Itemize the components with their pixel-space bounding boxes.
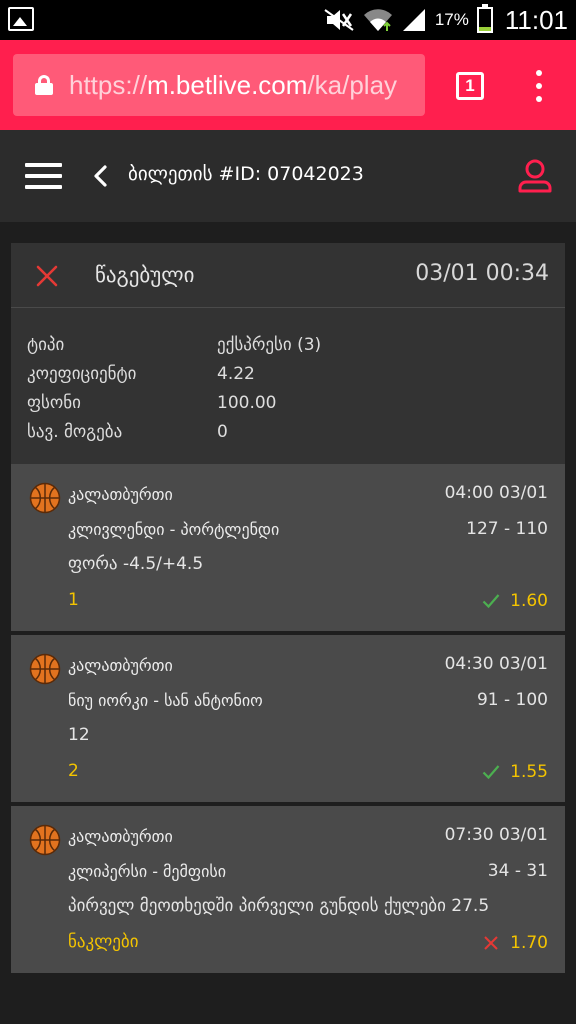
bet-market: პირველ მეოთხედში პირველი გუნდის ქულები 2…: [68, 896, 490, 916]
basketball-icon: [29, 824, 61, 856]
url-bar[interactable]: https://m.betlive.com/ka/play: [13, 54, 425, 116]
back-arrow-icon[interactable]: [92, 165, 108, 187]
bet-match: კლიპერსი - მემფისი: [68, 862, 227, 881]
ticket-status: წაგებული: [95, 263, 195, 287]
url-host: m.betlive.com: [147, 69, 308, 100]
battery-percent: 17%: [434, 10, 469, 29]
url-text: https://m.betlive.com/ka/play: [69, 70, 397, 101]
hamburger-menu-icon[interactable]: [25, 163, 62, 189]
info-label: ფსონი: [27, 392, 81, 413]
bet-pick: ნაკლები: [68, 932, 139, 952]
bet-market: ფორა -4.5/+4.5: [68, 554, 204, 574]
bet-time: 04:00 03/01: [444, 483, 548, 503]
mute-icon: [323, 8, 355, 32]
lock-icon: [35, 75, 53, 95]
bet-sport: კალათბურთი: [68, 656, 173, 675]
info-row-type: ტიპი ექსპრესი (3): [27, 330, 321, 359]
bet-score: 34 - 31: [487, 861, 548, 881]
bet-result: 1.60: [482, 591, 548, 611]
app-header: ბილეთის #ID: 07042023: [0, 130, 576, 222]
bet-sport: კალათბურთი: [68, 827, 173, 846]
page-title: ბილეთის #ID: 07042023: [128, 163, 364, 185]
ticket-header: წაგებული 03/01 00:34: [11, 243, 565, 308]
clock: 11:01: [504, 4, 568, 35]
bet-score: 91 - 100: [476, 690, 548, 710]
bet-score: 127 - 110: [466, 519, 548, 539]
bet-card: კალათბურთი 04:00 03/01 კლივლენდი - პორტლ…: [11, 464, 565, 631]
bet-time: 07:30 03/01: [444, 825, 548, 845]
bet-sport: კალათბურთი: [68, 485, 173, 504]
url-scheme: https://: [69, 69, 148, 100]
info-row-stake: ფსონი 100.00: [27, 388, 321, 417]
bet-odds: 1.55: [510, 762, 548, 782]
bet-match: კლივლენდი - პორტლენდი: [68, 520, 280, 539]
info-label: სავ. მოგება: [27, 421, 123, 442]
bet-time: 04:30 03/01: [444, 654, 548, 674]
cross-icon: [484, 936, 498, 950]
info-label: კოეფიციენტი: [27, 363, 137, 384]
bet-result: 1.70: [482, 933, 548, 953]
bet-result: 1.55: [482, 762, 548, 782]
info-value: ექსპრესი (3): [217, 334, 322, 355]
info-row-potential-win: სავ. მოგება 0: [27, 417, 321, 446]
info-row-coefficient: კოეფიციენტი 4.22: [27, 359, 321, 388]
ticket-datetime: 03/01 00:34: [415, 261, 549, 286]
bet-card: კალათბურთი 04:30 03/01 ნიუ იორკი - სან ა…: [11, 635, 565, 802]
info-value: 0: [217, 421, 228, 442]
user-profile-icon[interactable]: [517, 158, 553, 194]
bet-match: ნიუ იორკი - სან ანტონიო: [68, 691, 263, 710]
url-path: /ka/play: [307, 69, 398, 100]
signal-icon: [401, 7, 427, 33]
check-icon: [482, 594, 500, 609]
check-icon: [482, 765, 500, 780]
bet-odds: 1.70: [510, 933, 548, 953]
gallery-notification-icon: [8, 7, 34, 31]
battery-icon: [476, 4, 493, 33]
bet-pick: 1: [68, 590, 79, 610]
bet-card: კალათბურთი 07:30 03/01 კლიპერსი - მემფის…: [11, 806, 565, 973]
info-label: ტიპი: [27, 334, 65, 355]
tab-switcher-button[interactable]: 1: [456, 72, 484, 100]
bet-pick: 2: [68, 761, 79, 781]
wifi-icon: [363, 7, 393, 33]
ticket-summary-card: წაგებული 03/01 00:34 ტიპი ექსპრესი (3) კ…: [11, 243, 565, 464]
browser-menu-icon[interactable]: [532, 70, 546, 102]
browser-toolbar: https://m.betlive.com/ka/play 1: [0, 40, 576, 130]
ticket-info: ტიპი ექსპრესი (3) კოეფიციენტი 4.22 ფსონი…: [27, 330, 321, 446]
basketball-icon: [29, 653, 61, 685]
info-value: 4.22: [217, 363, 255, 384]
bet-market: 12: [68, 725, 90, 745]
lost-status-icon: [36, 265, 58, 287]
basketball-icon: [29, 482, 61, 514]
status-bar: 17% 11:01: [0, 0, 576, 40]
info-value: 100.00: [217, 392, 277, 413]
bet-odds: 1.60: [510, 591, 548, 611]
